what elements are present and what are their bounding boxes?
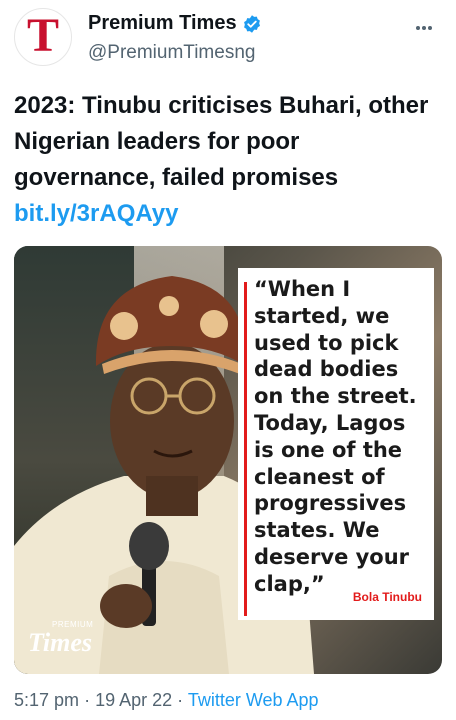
premium-times-watermark: PREMIUM Times [26,620,106,660]
tweet-meta: 5:17 pm · 19 Apr 22 · Twitter Web App [14,690,319,711]
quote-text: “When I started, we used to pick dead bo… [254,277,417,596]
quote-card: “When I started, we used to pick dead bo… [238,268,434,620]
tweet-headline: 2023: Tinubu criticises Buhari, other Ni… [14,92,429,191]
quote-author: Bola Tinubu [352,590,422,604]
tweet-link[interactable]: bit.ly/3rAQAyy [14,196,442,232]
tweet-date[interactable]: 19 Apr 22 [95,690,172,710]
more-options-icon[interactable] [412,16,436,40]
tweet-body: 2023: Tinubu criticises Buhari, other Ni… [14,88,442,232]
avatar-logo: T [26,9,59,62]
author-display-name[interactable]: Premium Times [88,12,237,35]
author-avatar[interactable]: T [14,8,72,66]
tweet-header: T Premium Times @PremiumTimesng [0,0,456,82]
watermark-big-text: Times [28,628,93,657]
author-handle[interactable]: @PremiumTimesng [88,42,255,64]
tweet-time[interactable]: 5:17 pm [14,690,79,710]
author-name-row: Premium Times [88,12,262,35]
quote-accent-bar [244,282,247,616]
meta-separator: · [177,690,184,710]
meta-separator: · [84,690,91,710]
tweet-source[interactable]: Twitter Web App [188,690,319,710]
verified-badge-icon [243,14,260,33]
tweet-image[interactable]: “When I started, we used to pick dead bo… [14,246,442,674]
